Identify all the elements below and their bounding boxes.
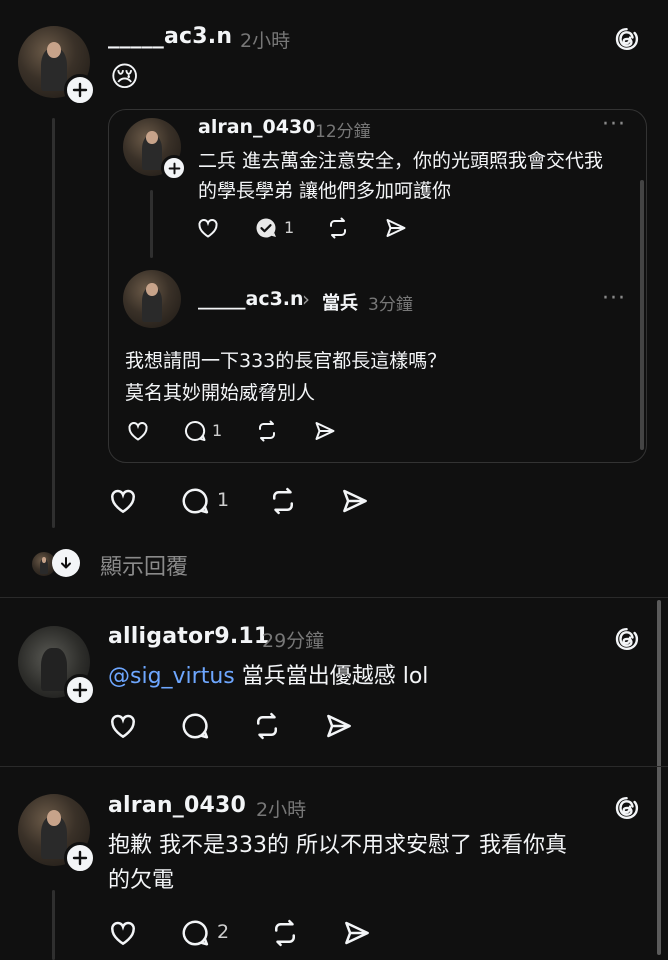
reply-count: 1 xyxy=(284,218,295,237)
heart-icon[interactable] xyxy=(108,711,138,741)
post-text: 莫名其妙開始威脅別人 xyxy=(125,382,316,404)
comment-icon[interactable] xyxy=(180,918,210,948)
follow-plus-icon[interactable] xyxy=(64,842,96,874)
username[interactable]: _____ac3.n xyxy=(108,24,232,49)
post-text: 我想請問一下333的長官都長這樣嗎？ xyxy=(125,350,447,372)
show-replies-link[interactable]: 顯示回覆 xyxy=(100,549,188,581)
more-options-icon[interactable]: ··· xyxy=(602,286,626,311)
threads-logo-icon[interactable] xyxy=(612,24,642,54)
send-icon[interactable] xyxy=(324,711,354,741)
thread-line xyxy=(150,190,153,258)
username[interactable]: _____ac3.n xyxy=(198,288,304,310)
replied-check-icon[interactable] xyxy=(254,216,278,240)
comment-icon[interactable] xyxy=(180,711,210,741)
heart-icon[interactable] xyxy=(196,216,220,240)
divider xyxy=(0,597,668,598)
comment-icon[interactable] xyxy=(183,419,207,443)
mention-link[interactable]: @sig_virtus xyxy=(108,664,235,689)
follow-plus-icon[interactable] xyxy=(64,74,96,106)
username[interactable]: alran_0430 xyxy=(198,116,315,138)
post-text-body: 當兵當出優越感 lol xyxy=(234,664,429,689)
post-text: 的學長學弟 讓他們多加呵護你 xyxy=(198,180,452,202)
post-text: 的欠電 xyxy=(108,868,175,893)
scrollbar[interactable] xyxy=(657,600,661,955)
comment-icon[interactable] xyxy=(180,486,210,516)
reply-to-user[interactable]: 當兵 xyxy=(322,289,358,315)
more-options-icon[interactable]: ··· xyxy=(602,112,626,137)
divider xyxy=(0,766,668,767)
heart-icon[interactable] xyxy=(126,419,150,443)
repost-icon[interactable] xyxy=(326,216,350,240)
threads-logo-icon[interactable] xyxy=(612,624,642,654)
emoji: 😢 xyxy=(110,60,140,93)
reply-count: 2 xyxy=(217,921,230,943)
post-text: 抱歉 我不是333的 所以不用求安慰了 我看你真 xyxy=(108,833,567,858)
repost-icon[interactable] xyxy=(270,918,300,948)
send-icon[interactable] xyxy=(313,419,337,443)
post-time: 2小時 xyxy=(256,799,307,821)
heart-icon[interactable] xyxy=(108,918,138,948)
post-time: 29分鐘 xyxy=(262,630,325,652)
reply-arrow-icon: › xyxy=(302,287,310,311)
heart-icon[interactable] xyxy=(108,486,138,516)
thread-line xyxy=(52,890,55,960)
send-icon[interactable] xyxy=(342,918,372,948)
username[interactable]: alran_0430 xyxy=(108,793,246,818)
repost-icon[interactable] xyxy=(255,419,279,443)
scrollbar[interactable] xyxy=(640,180,644,450)
reply-count: 1 xyxy=(217,489,230,511)
repost-icon[interactable] xyxy=(268,486,298,516)
post-time: 2小時 xyxy=(240,30,291,52)
chevron-down-icon[interactable] xyxy=(52,549,80,577)
follow-plus-icon[interactable] xyxy=(64,674,96,706)
thread-line xyxy=(52,118,55,528)
repost-icon[interactable] xyxy=(252,711,282,741)
avatar[interactable] xyxy=(123,270,181,328)
follow-plus-icon[interactable] xyxy=(161,155,187,181)
threads-logo-icon[interactable] xyxy=(612,793,642,823)
post-time: 3分鐘 xyxy=(368,295,413,315)
post-text: 二兵 進去萬金注意安全，你的光頭照我會交代我 xyxy=(198,150,604,172)
post-time: 12分鐘 xyxy=(315,122,371,142)
post-text: @sig_virtus 當兵當出優越感 lol xyxy=(108,660,428,693)
username[interactable]: alligator9.11 xyxy=(108,624,269,649)
reply-count: 1 xyxy=(212,421,223,440)
send-icon[interactable] xyxy=(384,216,408,240)
send-icon[interactable] xyxy=(340,486,370,516)
